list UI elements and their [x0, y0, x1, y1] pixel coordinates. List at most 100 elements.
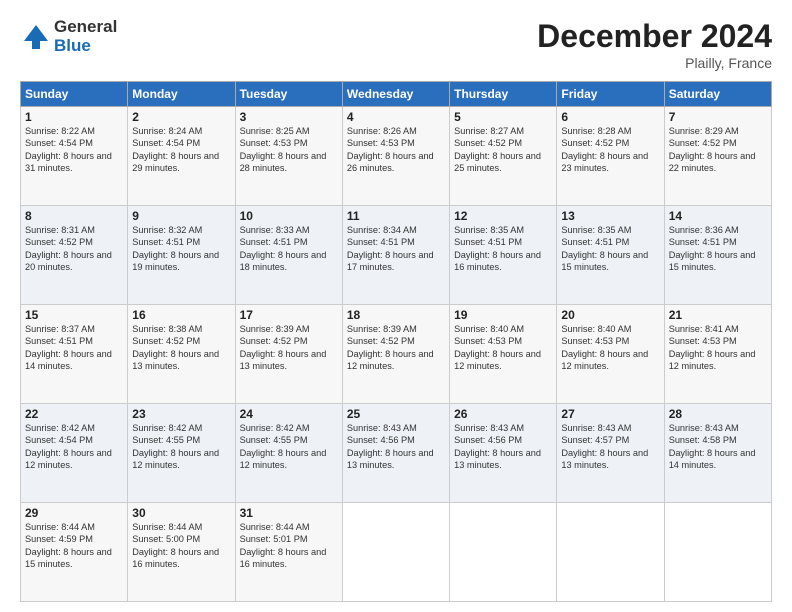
day-number: 9	[132, 209, 230, 223]
cell-content: Sunrise: 8:35 AMSunset: 4:51 PMDaylight:…	[561, 224, 659, 274]
calendar-cell: 7Sunrise: 8:29 AMSunset: 4:52 PMDaylight…	[664, 107, 771, 206]
calendar-cell: 27Sunrise: 8:43 AMSunset: 4:57 PMDayligh…	[557, 404, 664, 503]
calendar-cell: 17Sunrise: 8:39 AMSunset: 4:52 PMDayligh…	[235, 305, 342, 404]
location-subtitle: Plailly, France	[537, 55, 772, 71]
calendar-cell: 15Sunrise: 8:37 AMSunset: 4:51 PMDayligh…	[21, 305, 128, 404]
week-row-5: 29Sunrise: 8:44 AMSunset: 4:59 PMDayligh…	[21, 503, 772, 602]
cell-content: Sunrise: 8:33 AMSunset: 4:51 PMDaylight:…	[240, 224, 338, 274]
calendar-cell: 24Sunrise: 8:42 AMSunset: 4:55 PMDayligh…	[235, 404, 342, 503]
day-number: 24	[240, 407, 338, 421]
logo-general-text: General	[54, 18, 117, 37]
day-number: 4	[347, 110, 445, 124]
day-number: 28	[669, 407, 767, 421]
header-col-tuesday: Tuesday	[235, 82, 342, 107]
title-block: December 2024 Plailly, France	[537, 18, 772, 71]
calendar-cell: 3Sunrise: 8:25 AMSunset: 4:53 PMDaylight…	[235, 107, 342, 206]
calendar-cell: 2Sunrise: 8:24 AMSunset: 4:54 PMDaylight…	[128, 107, 235, 206]
cell-content: Sunrise: 8:40 AMSunset: 4:53 PMDaylight:…	[561, 323, 659, 373]
day-number: 3	[240, 110, 338, 124]
cell-content: Sunrise: 8:31 AMSunset: 4:52 PMDaylight:…	[25, 224, 123, 274]
cell-content: Sunrise: 8:28 AMSunset: 4:52 PMDaylight:…	[561, 125, 659, 175]
calendar-cell: 6Sunrise: 8:28 AMSunset: 4:52 PMDaylight…	[557, 107, 664, 206]
cell-content: Sunrise: 8:26 AMSunset: 4:53 PMDaylight:…	[347, 125, 445, 175]
calendar-cell: 28Sunrise: 8:43 AMSunset: 4:58 PMDayligh…	[664, 404, 771, 503]
cell-content: Sunrise: 8:27 AMSunset: 4:52 PMDaylight:…	[454, 125, 552, 175]
cell-content: Sunrise: 8:37 AMSunset: 4:51 PMDaylight:…	[25, 323, 123, 373]
calendar-cell: 13Sunrise: 8:35 AMSunset: 4:51 PMDayligh…	[557, 206, 664, 305]
logo-blue-text: Blue	[54, 37, 117, 56]
header-col-sunday: Sunday	[21, 82, 128, 107]
week-row-3: 15Sunrise: 8:37 AMSunset: 4:51 PMDayligh…	[21, 305, 772, 404]
day-number: 27	[561, 407, 659, 421]
calendar-cell: 14Sunrise: 8:36 AMSunset: 4:51 PMDayligh…	[664, 206, 771, 305]
day-number: 8	[25, 209, 123, 223]
cell-content: Sunrise: 8:34 AMSunset: 4:51 PMDaylight:…	[347, 224, 445, 274]
header-col-monday: Monday	[128, 82, 235, 107]
day-number: 2	[132, 110, 230, 124]
cell-content: Sunrise: 8:42 AMSunset: 4:55 PMDaylight:…	[240, 422, 338, 472]
calendar-body: 1Sunrise: 8:22 AMSunset: 4:54 PMDaylight…	[21, 107, 772, 602]
calendar-cell: 5Sunrise: 8:27 AMSunset: 4:52 PMDaylight…	[450, 107, 557, 206]
calendar-cell	[664, 503, 771, 602]
day-number: 25	[347, 407, 445, 421]
cell-content: Sunrise: 8:22 AMSunset: 4:54 PMDaylight:…	[25, 125, 123, 175]
cell-content: Sunrise: 8:43 AMSunset: 4:58 PMDaylight:…	[669, 422, 767, 472]
calendar-cell	[450, 503, 557, 602]
calendar-cell: 30Sunrise: 8:44 AMSunset: 5:00 PMDayligh…	[128, 503, 235, 602]
cell-content: Sunrise: 8:24 AMSunset: 4:54 PMDaylight:…	[132, 125, 230, 175]
calendar-cell: 9Sunrise: 8:32 AMSunset: 4:51 PMDaylight…	[128, 206, 235, 305]
day-number: 31	[240, 506, 338, 520]
cell-content: Sunrise: 8:43 AMSunset: 4:57 PMDaylight:…	[561, 422, 659, 472]
day-number: 16	[132, 308, 230, 322]
cell-content: Sunrise: 8:40 AMSunset: 4:53 PMDaylight:…	[454, 323, 552, 373]
day-number: 19	[454, 308, 552, 322]
calendar-cell: 1Sunrise: 8:22 AMSunset: 4:54 PMDaylight…	[21, 107, 128, 206]
calendar-cell: 16Sunrise: 8:38 AMSunset: 4:52 PMDayligh…	[128, 305, 235, 404]
week-row-2: 8Sunrise: 8:31 AMSunset: 4:52 PMDaylight…	[21, 206, 772, 305]
calendar-cell: 23Sunrise: 8:42 AMSunset: 4:55 PMDayligh…	[128, 404, 235, 503]
day-number: 5	[454, 110, 552, 124]
week-row-4: 22Sunrise: 8:42 AMSunset: 4:54 PMDayligh…	[21, 404, 772, 503]
day-number: 13	[561, 209, 659, 223]
calendar-cell: 10Sunrise: 8:33 AMSunset: 4:51 PMDayligh…	[235, 206, 342, 305]
day-number: 30	[132, 506, 230, 520]
header-col-thursday: Thursday	[450, 82, 557, 107]
cell-content: Sunrise: 8:39 AMSunset: 4:52 PMDaylight:…	[240, 323, 338, 373]
header-col-saturday: Saturday	[664, 82, 771, 107]
header: General Blue December 2024 Plailly, Fran…	[20, 18, 772, 71]
calendar-cell: 25Sunrise: 8:43 AMSunset: 4:56 PMDayligh…	[342, 404, 449, 503]
calendar-cell: 26Sunrise: 8:43 AMSunset: 4:56 PMDayligh…	[450, 404, 557, 503]
day-number: 17	[240, 308, 338, 322]
logo-text: General Blue	[54, 18, 117, 55]
logo: General Blue	[20, 18, 117, 55]
day-number: 14	[669, 209, 767, 223]
calendar-cell: 20Sunrise: 8:40 AMSunset: 4:53 PMDayligh…	[557, 305, 664, 404]
month-title: December 2024	[537, 18, 772, 55]
day-number: 15	[25, 308, 123, 322]
day-number: 22	[25, 407, 123, 421]
cell-content: Sunrise: 8:35 AMSunset: 4:51 PMDaylight:…	[454, 224, 552, 274]
cell-content: Sunrise: 8:36 AMSunset: 4:51 PMDaylight:…	[669, 224, 767, 274]
day-number: 11	[347, 209, 445, 223]
page: General Blue December 2024 Plailly, Fran…	[0, 0, 792, 612]
cell-content: Sunrise: 8:41 AMSunset: 4:53 PMDaylight:…	[669, 323, 767, 373]
cell-content: Sunrise: 8:43 AMSunset: 4:56 PMDaylight:…	[454, 422, 552, 472]
header-row: SundayMondayTuesdayWednesdayThursdayFrid…	[21, 82, 772, 107]
day-number: 1	[25, 110, 123, 124]
day-number: 29	[25, 506, 123, 520]
day-number: 12	[454, 209, 552, 223]
cell-content: Sunrise: 8:42 AMSunset: 4:54 PMDaylight:…	[25, 422, 123, 472]
day-number: 6	[561, 110, 659, 124]
cell-content: Sunrise: 8:42 AMSunset: 4:55 PMDaylight:…	[132, 422, 230, 472]
day-number: 18	[347, 308, 445, 322]
calendar-cell: 21Sunrise: 8:41 AMSunset: 4:53 PMDayligh…	[664, 305, 771, 404]
calendar-cell: 8Sunrise: 8:31 AMSunset: 4:52 PMDaylight…	[21, 206, 128, 305]
day-number: 21	[669, 308, 767, 322]
calendar-cell: 4Sunrise: 8:26 AMSunset: 4:53 PMDaylight…	[342, 107, 449, 206]
calendar-cell: 31Sunrise: 8:44 AMSunset: 5:01 PMDayligh…	[235, 503, 342, 602]
week-row-1: 1Sunrise: 8:22 AMSunset: 4:54 PMDaylight…	[21, 107, 772, 206]
day-number: 26	[454, 407, 552, 421]
day-number: 23	[132, 407, 230, 421]
cell-content: Sunrise: 8:29 AMSunset: 4:52 PMDaylight:…	[669, 125, 767, 175]
header-col-wednesday: Wednesday	[342, 82, 449, 107]
